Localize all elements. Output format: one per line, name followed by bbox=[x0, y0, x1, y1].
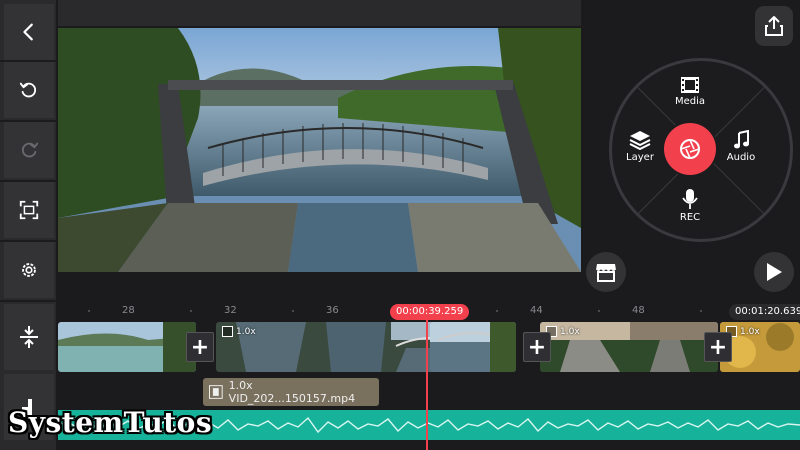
rec-button[interactable]: REC bbox=[660, 188, 720, 223]
camera-shutter-icon bbox=[680, 139, 700, 159]
redo-button[interactable] bbox=[4, 122, 54, 178]
gear-icon bbox=[22, 263, 36, 277]
ruler-tick: 36 bbox=[326, 305, 339, 316]
crop-icon bbox=[19, 200, 39, 220]
undo-button[interactable] bbox=[4, 62, 54, 118]
ruler-tick: 32 bbox=[224, 305, 237, 316]
rec-label: REC bbox=[679, 212, 701, 223]
video-clip[interactable]: 1.0x bbox=[540, 322, 718, 372]
audio-label: Audio bbox=[726, 152, 756, 163]
share-button[interactable] bbox=[755, 6, 793, 46]
store-icon bbox=[595, 264, 617, 282]
split-adjust-button[interactable] bbox=[4, 304, 54, 370]
video-clip[interactable] bbox=[58, 322, 196, 372]
record-capture-button[interactable] bbox=[664, 123, 716, 175]
back-arrow-icon bbox=[23, 23, 33, 41]
undo-icon bbox=[19, 82, 37, 98]
clip-speed-label: 1.0x bbox=[740, 326, 760, 337]
share-icon bbox=[765, 16, 783, 36]
add-transition-button[interactable]: + bbox=[704, 332, 732, 362]
layer-button[interactable]: Layer bbox=[610, 130, 670, 163]
layer-video-clip[interactable]: 1.0x VID_202...150157.mp4 bbox=[203, 378, 379, 406]
redo-icon bbox=[21, 142, 39, 158]
layers-icon bbox=[629, 131, 651, 150]
split-adjust-icon bbox=[20, 326, 38, 348]
preview-top-strip bbox=[58, 0, 581, 26]
clip-speed-label: 1.0x bbox=[560, 326, 580, 337]
media-label: Media bbox=[674, 96, 706, 107]
watermark-text: SystemTutos bbox=[8, 406, 213, 439]
video-clip[interactable] bbox=[430, 322, 516, 372]
add-transition-button[interactable]: + bbox=[186, 332, 214, 362]
video-preview[interactable] bbox=[58, 28, 581, 272]
layer-label: Layer bbox=[626, 152, 654, 163]
microphone-icon bbox=[682, 189, 698, 209]
ruler-tick: 28 bbox=[122, 305, 135, 316]
video-clip[interactable]: 1.0x bbox=[720, 322, 800, 372]
crop-button[interactable] bbox=[4, 182, 54, 238]
back-button[interactable] bbox=[4, 4, 54, 60]
video-editor: Media Audio Layer REC 28 32 36 40 44 48 bbox=[0, 0, 800, 450]
ruler-tick: 44 bbox=[530, 305, 543, 316]
video-track: 1.0x 1.0x 1.0x bbox=[58, 322, 800, 372]
music-note-icon bbox=[734, 130, 749, 149]
clip-speed-badge: 1.0x bbox=[222, 326, 256, 337]
add-transition-button[interactable]: + bbox=[523, 332, 551, 362]
layer-clip-label: 1.0x VID_202...150157.mp4 bbox=[228, 379, 356, 405]
play-icon bbox=[767, 263, 782, 281]
film-icon bbox=[681, 77, 699, 93]
playhead[interactable] bbox=[426, 318, 428, 450]
total-time-badge: 00:01:20.639 bbox=[729, 304, 800, 320]
play-button[interactable] bbox=[754, 252, 794, 292]
media-button[interactable]: Media bbox=[660, 76, 720, 107]
left-toolbar bbox=[0, 0, 56, 300]
preview-frame-image bbox=[58, 28, 581, 272]
clip-speed-badge: 1.0x bbox=[546, 326, 580, 337]
settings-button[interactable] bbox=[4, 242, 54, 298]
asset-store-button[interactable] bbox=[586, 252, 626, 292]
audio-button[interactable]: Audio bbox=[711, 130, 771, 163]
film-icon bbox=[209, 385, 223, 399]
ruler-tick: 48 bbox=[632, 305, 645, 316]
clip-speed-label: 1.0x bbox=[236, 326, 256, 337]
current-time-badge: 00:00:39.259 bbox=[390, 304, 470, 320]
